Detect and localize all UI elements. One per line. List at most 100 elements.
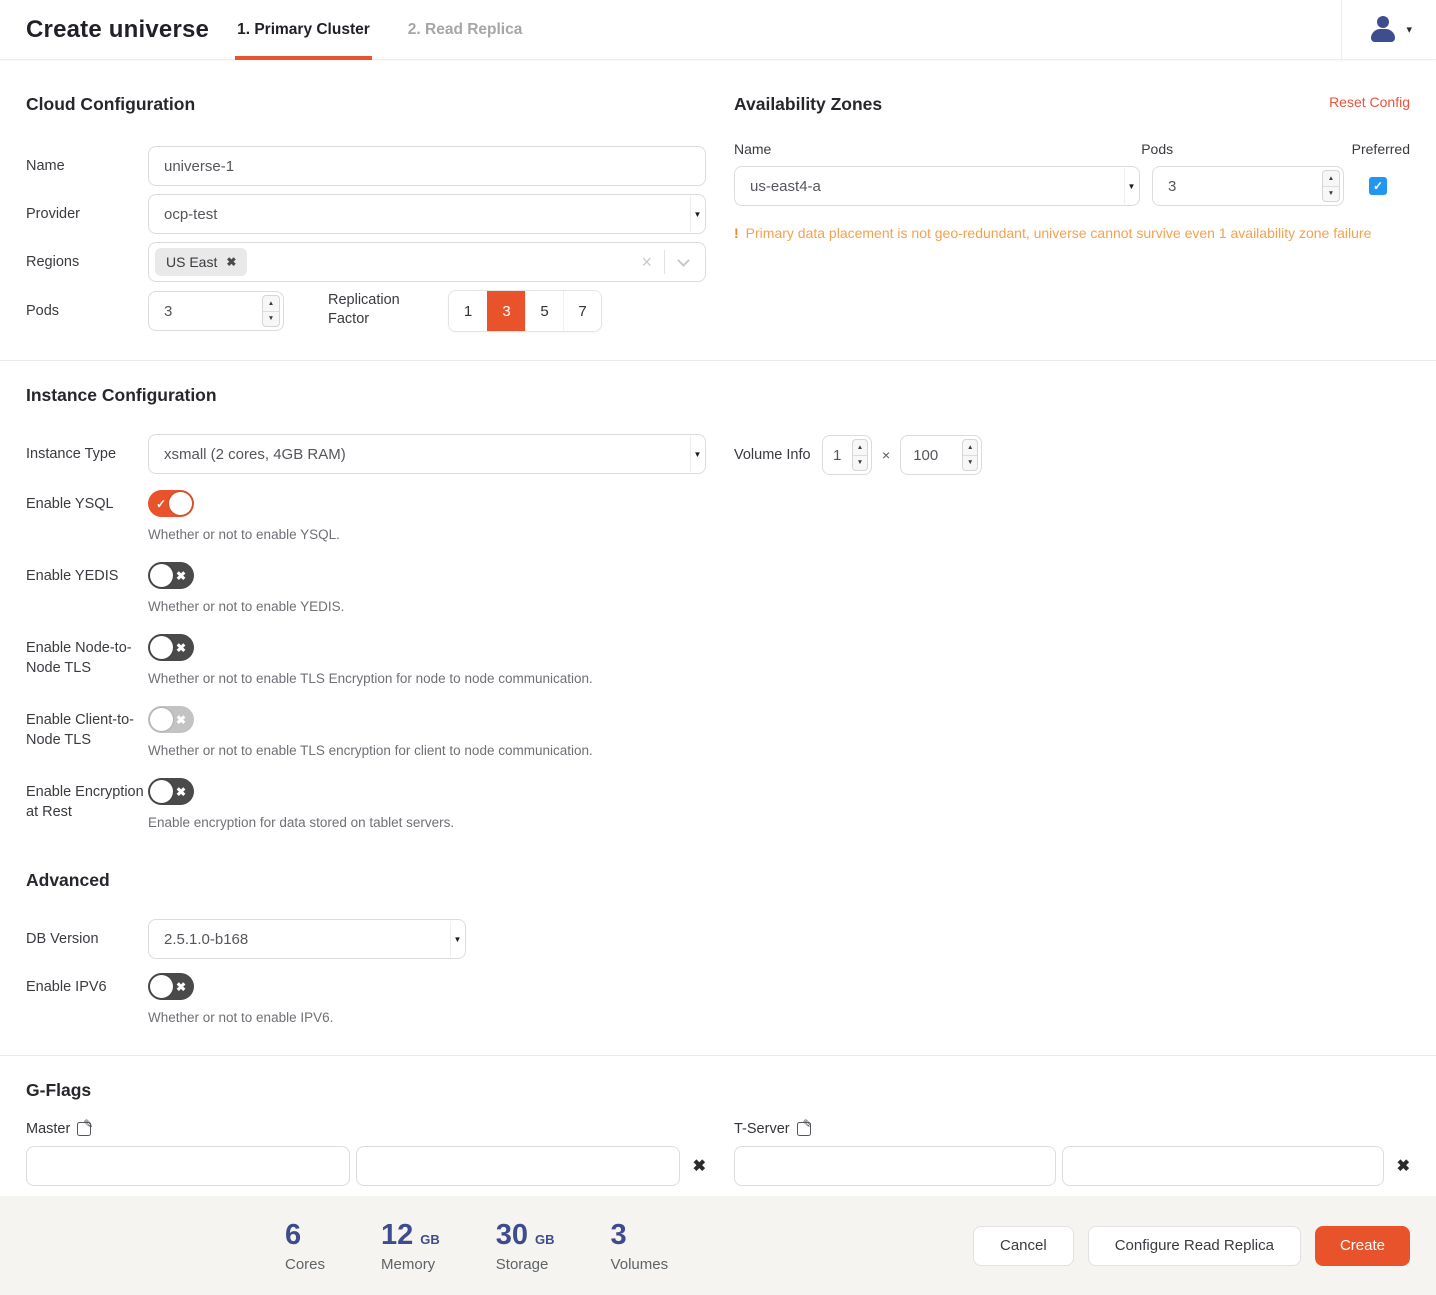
enable-node-to-node-tls-toggle[interactable]: ✖ bbox=[148, 634, 194, 661]
az-pods-input[interactable] bbox=[1153, 167, 1343, 205]
tserver-flag-name-input[interactable] bbox=[735, 1147, 1055, 1185]
db-version-label: DB Version bbox=[26, 929, 148, 949]
active-tab-underline bbox=[235, 56, 372, 60]
regions-clear-icon[interactable]: × bbox=[629, 252, 664, 273]
enable-ipv6-label: Enable IPV6 bbox=[26, 973, 148, 997]
preferred-checkbox[interactable]: ✓ bbox=[1369, 177, 1387, 195]
spinner-up-icon[interactable]: ▲ bbox=[853, 440, 867, 456]
spinner-down-icon[interactable]: ▼ bbox=[1323, 187, 1339, 202]
volume-size-spinner: ▲ ▼ bbox=[962, 439, 978, 471]
page-title: Create universe bbox=[26, 16, 209, 44]
volume-count-field: ▲ ▼ bbox=[822, 435, 872, 475]
provider-label: Provider bbox=[26, 204, 148, 224]
header-user-area[interactable]: ▾ bbox=[1341, 0, 1436, 60]
edit-icon[interactable]: ✎ bbox=[797, 1122, 811, 1136]
spinner-up-icon[interactable]: ▲ bbox=[963, 440, 977, 456]
master-flag-value-field bbox=[356, 1146, 680, 1186]
warning-icon: ! bbox=[734, 225, 739, 241]
master-flag-name-field bbox=[26, 1146, 350, 1186]
geo-redundancy-warning: ! Primary data placement is not geo-redu… bbox=[734, 225, 1410, 241]
region-chip-remove-icon[interactable]: ✖ bbox=[226, 255, 236, 269]
remove-row-icon[interactable]: ✖ bbox=[693, 1156, 706, 1176]
stat-cores: 6 Cores bbox=[285, 1219, 325, 1273]
volume-count-spinner: ▲ ▼ bbox=[852, 439, 868, 471]
universe-name-input[interactable] bbox=[149, 147, 705, 185]
enable-ysql-help: Whether or not to enable YSQL. bbox=[148, 527, 340, 542]
rf-option-7[interactable]: 7 bbox=[563, 291, 601, 331]
stat-storage: 30GB Storage bbox=[496, 1219, 555, 1273]
tab-primary-cluster-label: 1. Primary Cluster bbox=[237, 21, 370, 39]
cancel-button[interactable]: Cancel bbox=[973, 1226, 1074, 1266]
rf-option-1[interactable]: 1 bbox=[449, 291, 487, 331]
region-chip: US East ✖ bbox=[155, 248, 247, 276]
az-name-column-header: Name bbox=[734, 141, 1141, 157]
enable-ipv6-toggle[interactable]: ✖ bbox=[148, 973, 194, 1000]
footer-bar: 6 Cores 12GB Memory 30GB Storage 3 Volum… bbox=[0, 1196, 1436, 1295]
enable-yedis-toggle[interactable]: ✖ bbox=[148, 562, 194, 589]
advanced-section: Advanced DB Version 2.5.1.0-b168 ▼ Enabl… bbox=[26, 830, 1410, 1025]
name-label: Name bbox=[26, 156, 148, 176]
advanced-heading: Advanced bbox=[26, 870, 1410, 891]
cross-icon: ✖ bbox=[176, 569, 186, 583]
enable-client-to-node-tls-label: Enable Client-to-Node TLS bbox=[26, 706, 148, 750]
header: Create universe 1. Primary Cluster 2. Re… bbox=[0, 0, 1436, 60]
gflags-heading: G-Flags bbox=[26, 1080, 1410, 1101]
cross-icon: ✖ bbox=[176, 785, 186, 799]
az-pods-field: ▲ ▼ bbox=[1152, 166, 1344, 206]
caret-down-icon: ▾ bbox=[1406, 23, 1412, 36]
instance-configuration-heading: Instance Configuration bbox=[26, 385, 706, 406]
pods-spinner: ▲ ▼ bbox=[262, 295, 280, 327]
select-arrow-icon: ▼ bbox=[450, 921, 464, 957]
tserver-flag-value-field bbox=[1062, 1146, 1384, 1186]
enable-client-to-node-tls-help: Whether or not to enable TLS encryption … bbox=[148, 743, 593, 758]
rf-option-5[interactable]: 5 bbox=[525, 291, 563, 331]
spinner-down-icon[interactable]: ▼ bbox=[263, 312, 279, 327]
enable-client-to-node-tls-toggle[interactable]: ✖ bbox=[148, 706, 194, 733]
tab-primary-cluster[interactable]: 1. Primary Cluster bbox=[235, 0, 372, 60]
select-arrow-icon: ▼ bbox=[690, 196, 704, 232]
enable-encryption-at-rest-toggle[interactable]: ✖ bbox=[148, 778, 194, 805]
master-flag-value-input[interactable] bbox=[357, 1147, 679, 1185]
select-arrow-icon: ▼ bbox=[1124, 168, 1138, 204]
chevron-down-icon[interactable] bbox=[677, 254, 690, 267]
configure-read-replica-button[interactable]: Configure Read Replica bbox=[1088, 1226, 1301, 1266]
enable-encryption-at-rest-help: Enable encryption for data stored on tab… bbox=[148, 815, 454, 830]
enable-ysql-toggle[interactable]: ✓ bbox=[148, 490, 194, 517]
master-flag-name-input[interactable] bbox=[27, 1147, 349, 1185]
cross-icon: ✖ bbox=[176, 980, 186, 994]
spinner-down-icon[interactable]: ▼ bbox=[853, 456, 867, 471]
create-universe-page: Create universe 1. Primary Cluster 2. Re… bbox=[0, 0, 1436, 1295]
az-preferred-column-header: Preferred bbox=[1352, 141, 1410, 157]
enable-yedis-label: Enable YEDIS bbox=[26, 562, 148, 586]
spinner-up-icon[interactable]: ▲ bbox=[1323, 171, 1339, 187]
cross-icon: ✖ bbox=[176, 713, 186, 727]
rf-option-3[interactable]: 3 bbox=[487, 291, 525, 331]
availability-zones-heading: Availability Zones bbox=[734, 94, 882, 115]
regions-multiselect[interactable]: US East ✖ × bbox=[148, 242, 706, 282]
spinner-down-icon[interactable]: ▼ bbox=[963, 456, 977, 471]
cloud-configuration-section: Cloud Configuration Name Provider ocp-te… bbox=[26, 94, 706, 340]
volume-info-label: Volume Info bbox=[734, 447, 822, 463]
edit-icon[interactable]: ✎ bbox=[77, 1122, 91, 1136]
enable-ysql-label: Enable YSQL bbox=[26, 490, 148, 514]
tab-read-replica[interactable]: 2. Read Replica bbox=[406, 0, 525, 60]
pods-label: Pods bbox=[26, 301, 148, 321]
tserver-label: T-Server bbox=[734, 1121, 790, 1137]
cloud-configuration-heading: Cloud Configuration bbox=[26, 94, 706, 115]
reset-config-link[interactable]: Reset Config bbox=[1329, 94, 1410, 110]
instance-type-select[interactable]: xsmall (2 cores, 4GB RAM) ▼ bbox=[148, 434, 706, 474]
multiply-sign: × bbox=[882, 447, 890, 463]
az-name-select[interactable]: us-east4-a ▼ bbox=[734, 166, 1140, 206]
pods-field: ▲ ▼ bbox=[148, 291, 284, 331]
az-pods-spinner: ▲ ▼ bbox=[1322, 170, 1340, 202]
create-button[interactable]: Create bbox=[1315, 1226, 1410, 1266]
tserver-flag-value-input[interactable] bbox=[1063, 1147, 1383, 1185]
enable-node-to-node-tls-help: Whether or not to enable TLS Encryption … bbox=[148, 671, 593, 686]
db-version-select[interactable]: 2.5.1.0-b168 ▼ bbox=[148, 919, 466, 959]
remove-row-icon[interactable]: ✖ bbox=[1397, 1156, 1410, 1176]
spinner-up-icon[interactable]: ▲ bbox=[263, 296, 279, 312]
volume-size-field: ▲ ▼ bbox=[900, 435, 982, 475]
replication-factor-label: Replication Factor bbox=[328, 290, 404, 329]
provider-select[interactable]: ocp-test ▼ bbox=[148, 194, 706, 234]
az-pods-column-header: Pods bbox=[1141, 141, 1351, 157]
